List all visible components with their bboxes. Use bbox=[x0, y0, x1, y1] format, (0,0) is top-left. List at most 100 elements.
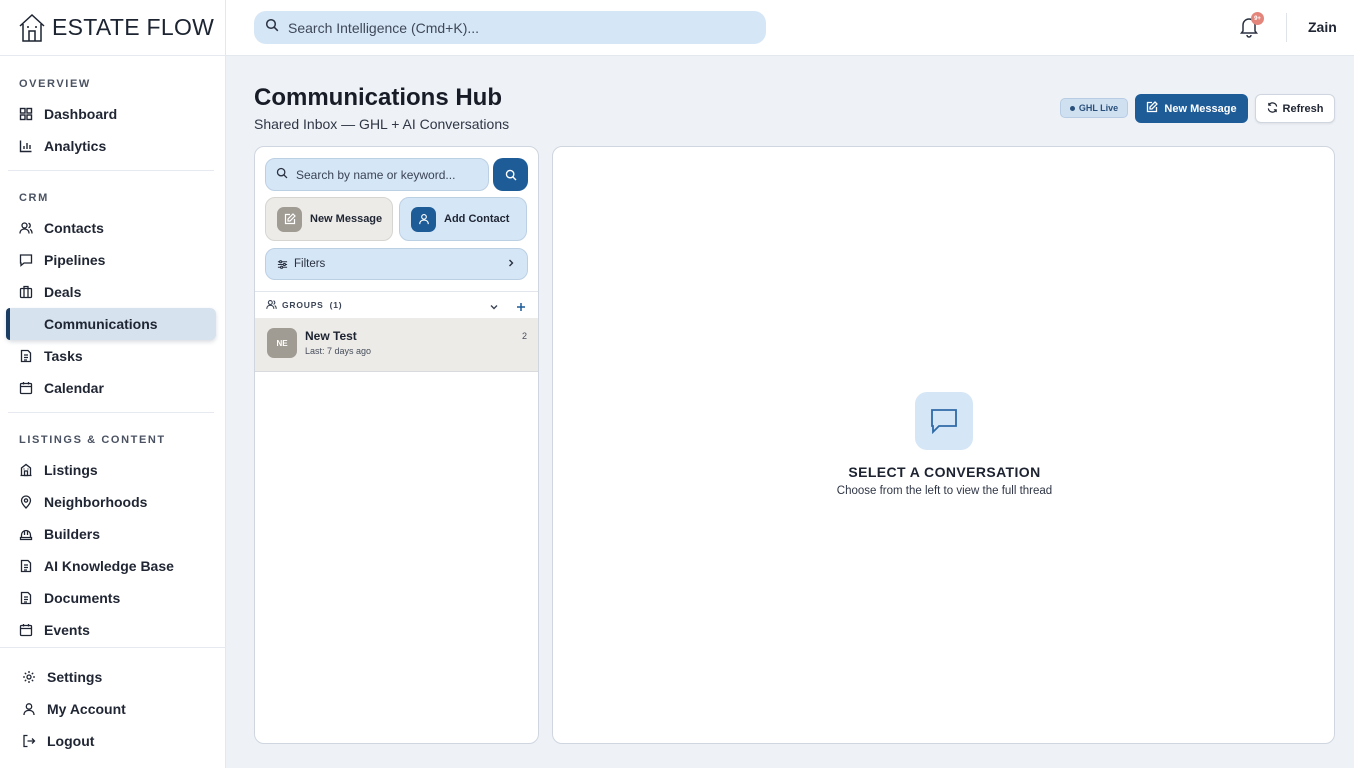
house-logo-icon bbox=[19, 13, 45, 42]
search-button[interactable] bbox=[493, 158, 528, 191]
building-icon bbox=[19, 463, 33, 477]
chevron-right-icon bbox=[506, 258, 516, 271]
page-title: Communications Hub bbox=[254, 84, 503, 111]
status-badge: GHL Live bbox=[1060, 98, 1128, 118]
sidebar-item-account[interactable]: My Account bbox=[11, 693, 219, 725]
conversation-count: 2 bbox=[522, 331, 528, 341]
document-icon bbox=[19, 591, 33, 605]
global-search-input[interactable] bbox=[288, 19, 728, 36]
section-label-overview: OVERVIEW bbox=[19, 78, 91, 90]
filters-toggle[interactable]: Filters bbox=[265, 248, 528, 280]
section-label-listings: LISTINGS & CONTENT bbox=[19, 434, 166, 446]
sidebar-item-settings[interactable]: Settings bbox=[11, 661, 219, 693]
conversation-row[interactable]: NE New Test Last: 7 days ago 2 bbox=[255, 318, 538, 372]
sidebar-item-label: Logout bbox=[47, 733, 95, 749]
inbox-search[interactable] bbox=[265, 158, 489, 191]
sidebar-item-label: Settings bbox=[47, 669, 103, 685]
bar-chart-icon bbox=[19, 139, 33, 153]
sidebar-item-documents[interactable]: Documents bbox=[8, 582, 216, 614]
edit-icon bbox=[277, 206, 302, 232]
map-pin-icon bbox=[19, 495, 33, 509]
page-subtitle: Shared Inbox — GHL + AI Conversations bbox=[254, 116, 510, 132]
sidebar-item-label: My Account bbox=[47, 701, 126, 717]
document-icon bbox=[19, 559, 33, 573]
search-icon bbox=[265, 18, 279, 37]
topbar: 9+ Zain bbox=[226, 0, 1354, 56]
sidebar-item-label: Dashboard bbox=[44, 106, 118, 122]
logout-icon bbox=[22, 734, 36, 748]
chat-bubble-icon bbox=[915, 392, 973, 450]
user-icon bbox=[22, 702, 36, 716]
sidebar-item-knowledge-base[interactable]: AI Knowledge Base bbox=[8, 550, 216, 582]
sidebar-item-logout[interactable]: Logout bbox=[11, 725, 219, 757]
users-icon bbox=[19, 221, 33, 235]
brand[interactable]: ESTATE FLOW bbox=[0, 0, 225, 56]
sidebar-item-dashboard[interactable]: Dashboard bbox=[8, 98, 216, 130]
new-message-card[interactable]: New Message bbox=[265, 197, 393, 241]
section-label-crm: CRM bbox=[19, 192, 49, 204]
sidebar-item-label: Calendar bbox=[44, 380, 104, 396]
sidebar-item-label: Analytics bbox=[44, 138, 107, 154]
sidebar-item-contacts[interactable]: Contacts bbox=[8, 212, 216, 244]
sidebar-item-pipelines[interactable]: Pipelines bbox=[8, 244, 216, 276]
user-icon bbox=[411, 206, 436, 232]
sidebar-item-communications[interactable]: Communications bbox=[6, 308, 216, 340]
briefcase-icon bbox=[19, 285, 33, 299]
sidebar-item-analytics[interactable]: Analytics bbox=[8, 130, 216, 162]
sidebar-item-label: Pipelines bbox=[44, 252, 106, 268]
edit-icon bbox=[1146, 101, 1159, 116]
sidebar-item-events[interactable]: Events bbox=[8, 614, 216, 646]
add-contact-card[interactable]: Add Contact bbox=[399, 197, 527, 241]
sidebar-item-builders[interactable]: Builders bbox=[8, 518, 216, 550]
sidebar-item-label: Neighborhoods bbox=[44, 494, 148, 510]
conversation-last-activity: Last: 7 days ago bbox=[305, 346, 372, 356]
new-message-button[interactable]: New Message bbox=[1135, 94, 1248, 123]
inbox-panel: New Message Add Contact Filters GROUPS (… bbox=[254, 146, 539, 744]
file-text-icon bbox=[19, 349, 33, 363]
divider bbox=[8, 412, 214, 413]
sidebar-item-label: Listings bbox=[44, 462, 98, 478]
plus-icon[interactable] bbox=[516, 299, 526, 317]
sidebar-item-label: Documents bbox=[44, 590, 121, 606]
sidebar-item-label: Events bbox=[44, 622, 90, 638]
status-badge-label: GHL Live bbox=[1078, 103, 1119, 113]
add-contact-label: Add Contact bbox=[444, 213, 510, 225]
sidebar-item-label: Tasks bbox=[44, 348, 83, 364]
user-name[interactable]: Zain bbox=[1308, 19, 1337, 35]
search-icon bbox=[505, 169, 516, 180]
sidebar-item-deals[interactable]: Deals bbox=[8, 276, 216, 308]
hard-hat-icon bbox=[19, 527, 33, 541]
sidebar-item-listings[interactable]: Listings bbox=[8, 454, 216, 486]
avatar: NE bbox=[267, 328, 297, 358]
divider bbox=[0, 647, 226, 648]
users-icon bbox=[266, 299, 277, 312]
groups-label: GROUPS bbox=[282, 300, 324, 310]
grid-icon bbox=[19, 107, 33, 121]
new-message-card-label: New Message bbox=[310, 213, 383, 225]
sidebar-item-calendar[interactable]: Calendar bbox=[8, 372, 216, 404]
sidebar-item-tasks[interactable]: Tasks bbox=[8, 340, 216, 372]
live-dot-icon bbox=[1069, 105, 1075, 111]
gear-icon bbox=[22, 670, 36, 684]
sidebar-item-label: Communications bbox=[44, 316, 158, 332]
brand-name: ESTATE FLOW bbox=[52, 14, 215, 40]
global-search[interactable] bbox=[254, 11, 766, 44]
refresh-icon bbox=[1267, 101, 1278, 116]
inbox-search-input[interactable] bbox=[296, 167, 476, 182]
sidebar-item-label: Deals bbox=[44, 284, 82, 300]
sidebar-item-neighborhoods[interactable]: Neighborhoods bbox=[8, 486, 216, 518]
sidebar: ESTATE FLOW OVERVIEW Dashboard Analytics… bbox=[0, 0, 226, 768]
refresh-button[interactable]: Refresh bbox=[1255, 94, 1335, 123]
divider bbox=[1286, 13, 1287, 42]
groups-count: (1) bbox=[329, 300, 343, 310]
filters-label: Filters bbox=[294, 258, 326, 270]
sidebar-item-label: Contacts bbox=[44, 220, 104, 236]
divider bbox=[8, 170, 214, 171]
chevron-down-icon[interactable] bbox=[489, 299, 499, 317]
sliders-icon bbox=[277, 259, 288, 270]
notification-badge: 9+ bbox=[1251, 12, 1264, 25]
search-icon bbox=[276, 166, 288, 184]
message-square-icon bbox=[19, 253, 33, 267]
empty-state-subtitle: Choose from the left to view the full th… bbox=[836, 485, 1053, 497]
conversation-name: New Test bbox=[305, 329, 357, 343]
